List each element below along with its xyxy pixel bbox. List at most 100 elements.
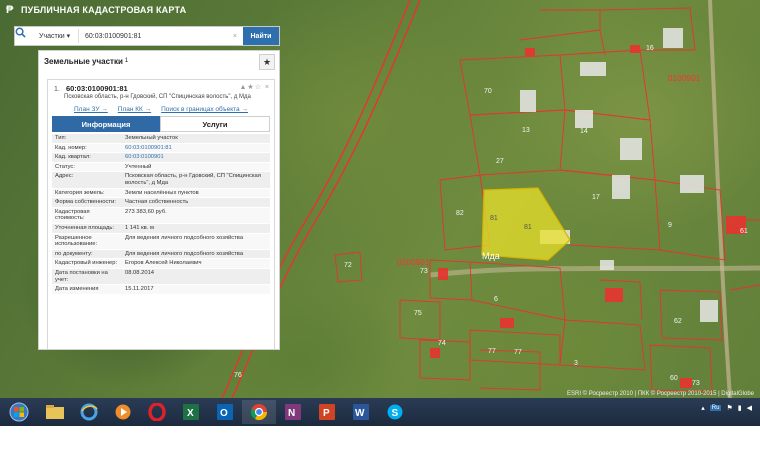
parcel-label: 81 (490, 215, 498, 222)
volume-icon[interactable]: ◀ (747, 404, 752, 412)
attribute-key: Статус: (55, 163, 75, 170)
panel-title: Земельные участки (44, 56, 123, 66)
attribute-key: Разрешенное использование: (55, 234, 98, 248)
attribute-value: 1 141 кв. м (125, 224, 154, 231)
attribute-row: Кадастровый инженер: Егоров Алексей Никол… (52, 259, 270, 269)
parcel-label: 77 (488, 348, 496, 355)
flag-icon[interactable]: ⚑ (726, 404, 732, 412)
parcel-label: 73 (692, 380, 700, 387)
language-indicator[interactable]: Ru (709, 405, 722, 411)
panel-header: Земельные участки 1 (39, 51, 279, 71)
svg-text:S: S (392, 408, 399, 419)
attribute-key: Кад. квартал: (55, 154, 91, 161)
outlook-icon[interactable]: O (208, 400, 242, 424)
result-address: Псковская область, р-н Гдовский, СП "Спи… (64, 94, 251, 100)
result-tabs: Информация Услуги (52, 116, 270, 132)
result-index: 1. (54, 86, 60, 93)
clear-icon[interactable]: × (233, 33, 237, 40)
attribute-key: Дата изменения (55, 286, 99, 293)
attribute-key: Кад. номер: (55, 144, 87, 151)
system-tray: ▴ Ru ⚑ ▮ ◀ (701, 404, 752, 412)
parcel-label: 74 (438, 340, 446, 347)
result-card: 1. 60:03:0100901:81 Псковская область, р… (47, 79, 275, 349)
search-bar: Участки ▾ 60:03:0100901:81 × Найти (14, 26, 280, 46)
attribute-key: Кадастровая стоимость: (55, 208, 90, 222)
attribute-value: 08.08.2014 (125, 269, 155, 276)
svg-text:N: N (288, 408, 295, 419)
attribute-key: Кадастровый инженер: (55, 260, 118, 267)
parcel-label: 16 (646, 45, 654, 52)
opera-icon[interactable] (140, 400, 174, 424)
tab-information[interactable]: Информация (52, 116, 160, 132)
attribute-value: Земельный участок (125, 135, 178, 141)
parcel-label: 73 (420, 268, 428, 275)
attribute-row: Разрешенное использование: Для ведения ли… (52, 233, 270, 250)
search-type-select[interactable]: Участки ▾ (35, 29, 79, 43)
attribute-row: Статус: Учтенный (52, 162, 270, 173)
app-bar: ₱ ПУБЛИЧНАЯ КАДАСТРОВАЯ КАРТА (0, 0, 220, 20)
onenote-icon[interactable]: N (276, 400, 310, 424)
parcel-label: 9 (668, 222, 672, 229)
attribute-row: Уточненная площадь: 1 141 кв. м (52, 223, 270, 234)
quarter-label: 0100901 (397, 258, 430, 267)
star-icon: ★ (262, 56, 272, 67)
attribute-value: Псковская область, р-н Гдовский, СП "Спи… (125, 173, 261, 186)
attribute-row: Дата изменения 15.11.2017 (52, 285, 270, 295)
svg-text:O: O (220, 408, 228, 419)
plan-kk-link[interactable]: План КК → (118, 106, 151, 113)
powerpoint-icon[interactable]: P (310, 400, 344, 424)
parcel-label: 62 (674, 318, 682, 325)
word-icon[interactable]: W (344, 400, 378, 424)
search-input[interactable]: 60:03:0100901:81 × (79, 33, 243, 40)
excel-icon[interactable]: X (174, 400, 208, 424)
results-panel: Земельные участки 1 ★ 1. 60:03:0100901:8… (38, 50, 280, 350)
start-orb-icon[interactable] (6, 400, 32, 424)
attribute-value-link[interactable]: 60:03:0100901:81 (122, 144, 270, 153)
plan-zu-link[interactable]: План ЗУ → (74, 106, 108, 113)
search-icon[interactable] (15, 27, 35, 45)
result-cad-number[interactable]: 60:03:0100901:81 (66, 84, 128, 93)
find-button[interactable]: Найти (243, 27, 279, 45)
attribute-value: Учтенный (125, 163, 152, 170)
search-in-bounds-link[interactable]: Поиск в границах объекта → (161, 106, 248, 113)
map-canvas[interactable]: 70 16 13 14 27 17 81 82 81 9 72 73 75 74… (0, 0, 760, 398)
parcel-label: 82 (456, 210, 464, 217)
result-card-header: 1. 60:03:0100901:81 Псковская область, р… (48, 80, 274, 103)
app-title: ПУБЛИЧНАЯ КАДАСТРОВАЯ КАРТА (21, 5, 187, 15)
attribute-key: по документу: (55, 250, 93, 257)
favorite-button[interactable]: ★ (259, 54, 275, 70)
attribute-value: Земли населённых пунктов (125, 189, 199, 196)
parcel-label: 76 (234, 372, 242, 379)
attribute-value-link[interactable]: 60:03:0100901 (122, 153, 270, 162)
attribute-row: Кад. квартал: 60:03:0100901 (52, 153, 270, 163)
map-credit: ESRI © Росреестр 2010 | ПКК © Росреестр … (566, 391, 754, 397)
parcel-label: 72 (344, 262, 352, 269)
chrome-icon[interactable] (242, 400, 276, 424)
svg-text:W: W (355, 408, 365, 419)
search-type-label: Участки (39, 32, 65, 40)
internet-explorer-icon[interactable] (72, 400, 106, 424)
attribute-row: Категория земель: Земли населённых пункто… (52, 188, 270, 199)
screen: 70 16 13 14 27 17 81 82 81 9 72 73 75 74… (0, 0, 760, 472)
file-explorer-icon[interactable] (38, 400, 72, 424)
parcel-label: 77 (514, 349, 522, 356)
tray-up-arrow-icon[interactable]: ▴ (701, 404, 705, 412)
skype-icon[interactable]: S (378, 400, 412, 424)
attribute-key: Дата постановки на учет: (55, 269, 108, 283)
rating-stars-icon[interactable]: ▲★☆ × (239, 83, 270, 91)
parcel-label: 27 (496, 158, 504, 165)
media-player-icon[interactable] (106, 400, 140, 424)
attribute-row: Адрес: Псковская область, р-н Гдовский, С… (52, 172, 270, 189)
attribute-value: Для ведения личного подсобного хозяйства (125, 234, 244, 241)
tab-services[interactable]: Услуги (160, 116, 270, 132)
network-icon[interactable]: ▮ (738, 404, 742, 412)
attribute-key: Уточненная площадь: (55, 224, 115, 231)
chevron-down-icon: ▾ (66, 33, 71, 40)
parcel-label: 60 (670, 375, 678, 382)
quarter-label: 0100901 (668, 74, 701, 83)
logo-icon: ₱ (6, 4, 14, 16)
attribute-value: 15.11.2017 (125, 286, 154, 293)
attribute-key: Адрес: (55, 173, 74, 180)
parcel-label: 14 (580, 128, 588, 135)
attribute-row: по документу: Для ведения личного подсобн… (52, 249, 270, 260)
